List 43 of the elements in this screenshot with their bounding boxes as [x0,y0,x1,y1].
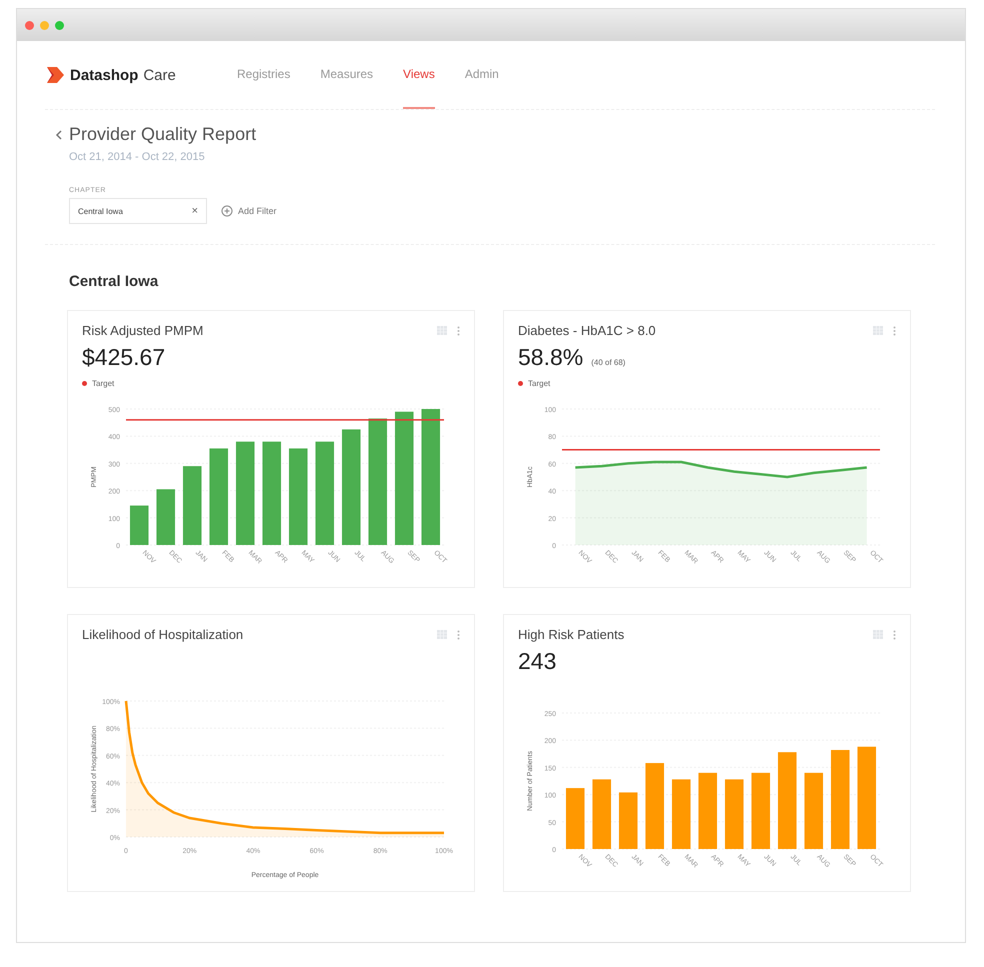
date-range: Oct 21, 2014 - Oct 22, 2015 [69,151,206,163]
card-title: Diabetes - HbA1C > 8.0 [518,323,656,338]
report-title: Provider Quality Report [69,124,256,145]
brand-name: Datashop [70,66,138,84]
card-title: Likelihood of Hospitalization [82,627,244,642]
bar [566,788,585,849]
bar [592,779,612,849]
bar [130,506,149,545]
card-title: Risk Adjusted PMPM [82,323,204,338]
legend-label: Target [528,379,550,388]
section-title: Central Iowa [69,273,160,290]
close-icon[interactable] [25,20,34,30]
chapter-field[interactable]: Central Iowa × [69,198,207,224]
bar [672,779,691,849]
bar [156,489,176,545]
more-icon[interactable] [457,630,460,640]
metric-value: 243 [518,648,556,675]
logo-icon [45,66,65,84]
metric-value: 58.8% [518,344,584,371]
card-title: High Risk Patients [518,627,624,642]
plus-circle-icon [221,205,233,217]
nav-tab[interactable]: Admin [464,41,499,109]
bar [724,779,744,849]
metric-value: $425.67 [82,344,166,371]
grid-icon[interactable] [873,630,883,639]
add-filter-button[interactable]: Add Filter [221,205,277,217]
grid-icon[interactable] [437,630,447,639]
clear-button[interactable]: × [192,205,198,217]
brand-suffix: Care [143,66,176,84]
legend-label: Target [92,379,114,388]
nav-tab[interactable]: Registries [237,41,290,109]
grid-icon[interactable] [873,326,883,335]
more-icon[interactable] [893,630,896,640]
more-icon[interactable] [893,326,896,336]
more-icon[interactable] [457,326,460,336]
nav-tab[interactable]: Measures [320,41,374,109]
metric-detail: (40 of 68) [591,358,626,367]
bar [618,792,638,849]
nav-tab[interactable]: Views [403,41,435,109]
back-icon[interactable] [55,128,63,140]
minimize-icon[interactable] [40,20,49,30]
maximize-icon[interactable] [55,20,64,30]
grid-icon[interactable] [437,326,447,335]
